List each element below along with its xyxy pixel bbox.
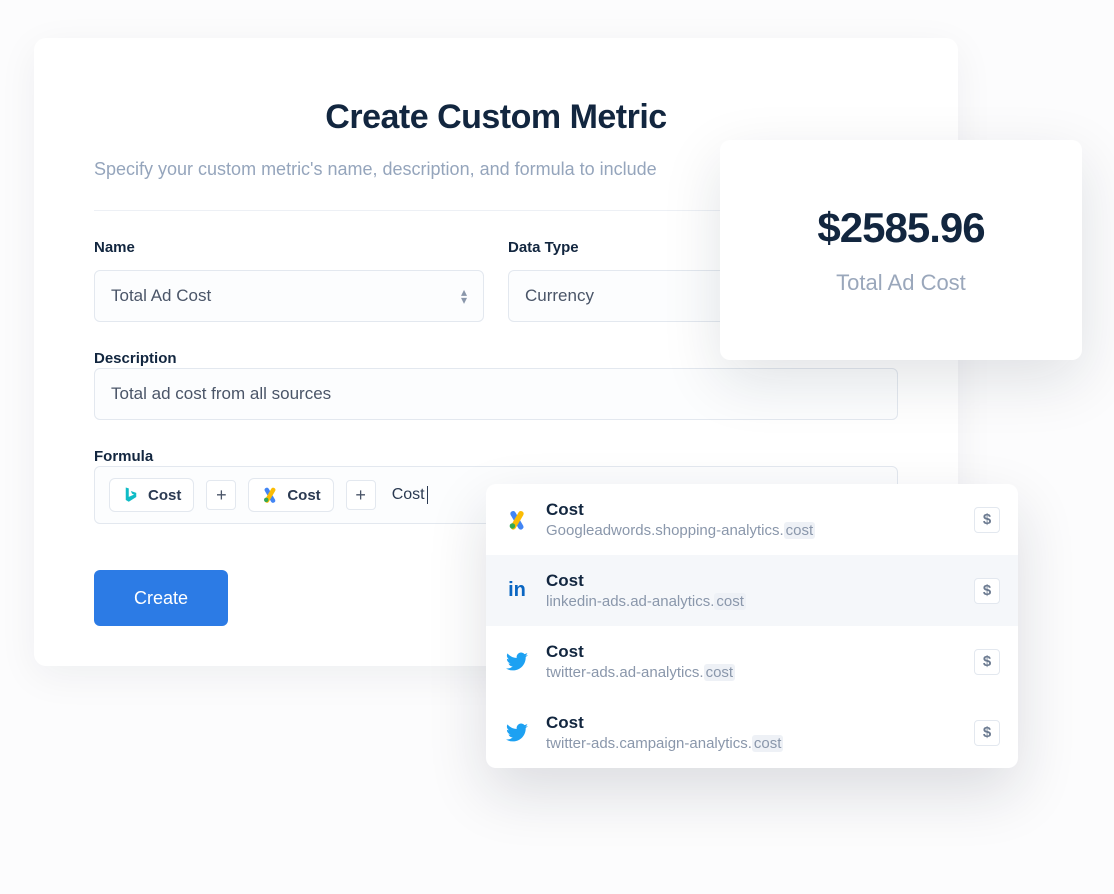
name-field: Name Total Ad Cost ▴▾ [94,239,484,322]
suggest-path: twitter-ads.campaign-analytics.cost [546,735,958,752]
formula-label: Formula [94,448,153,465]
page-title: Create Custom Metric [94,98,898,137]
name-value: Total Ad Cost [111,286,211,306]
metric-name: Total Ad Cost [836,270,966,296]
google-ads-icon [261,486,279,504]
suggest-item-twitter-campaign[interactable]: Cost twitter-ads.campaign-analytics.cost… [486,697,1018,768]
currency-badge: $ [974,507,1000,533]
suggest-text: Cost linkedin-ads.ad-analytics.cost [546,571,958,610]
formula-typing: Cost [388,486,428,504]
description-field: Description Total ad cost from all sourc… [94,350,898,420]
suggest-text: Cost Googleadwords.shopping-analytics.co… [546,500,958,539]
google-ads-icon [504,507,530,533]
formula-operator[interactable]: + [346,480,376,510]
linkedin-icon: in [504,578,530,604]
suggest-title: Cost [546,713,958,733]
suggest-text: Cost twitter-ads.ad-analytics.cost [546,642,958,681]
suggest-title: Cost [546,500,958,520]
text-cursor-icon [427,486,428,504]
description-label: Description [94,350,177,367]
name-label: Name [94,239,484,256]
twitter-icon [504,649,530,675]
name-input[interactable]: Total Ad Cost ▴▾ [94,270,484,322]
metric-value-card: $2585.96 Total Ad Cost [720,140,1082,360]
updown-icon: ▴▾ [461,288,467,304]
formula-chip-label: Cost [148,487,181,504]
suggest-path: linkedin-ads.ad-analytics.cost [546,593,958,610]
formula-operator[interactable]: + [206,480,236,510]
suggest-path: Googleadwords.shopping-analytics.cost [546,522,958,539]
description-input[interactable]: Total ad cost from all sources [94,368,898,420]
suggest-title: Cost [546,642,958,662]
currency-badge: $ [974,578,1000,604]
create-button[interactable]: Create [94,570,228,626]
description-value: Total ad cost from all sources [111,384,331,404]
suggest-item-gads[interactable]: Cost Googleadwords.shopping-analytics.co… [486,484,1018,555]
datatype-value: Currency [525,286,594,306]
metric-value: $2585.96 [817,204,984,252]
formula-chip-gads-cost[interactable]: Cost [248,478,333,512]
bing-ads-icon [122,486,140,504]
suggest-item-twitter-ads[interactable]: Cost twitter-ads.ad-analytics.cost $ [486,626,1018,697]
currency-badge: $ [974,720,1000,746]
suggest-text: Cost twitter-ads.campaign-analytics.cost [546,713,958,752]
currency-badge: $ [974,649,1000,675]
suggest-path: twitter-ads.ad-analytics.cost [546,664,958,681]
formula-chip-bing-cost[interactable]: Cost [109,478,194,512]
formula-chip-label: Cost [287,487,320,504]
twitter-icon [504,720,530,746]
suggest-title: Cost [546,571,958,591]
suggest-item-linkedin[interactable]: in Cost linkedin-ads.ad-analytics.cost $ [486,555,1018,626]
formula-suggest-dropdown: Cost Googleadwords.shopping-analytics.co… [486,484,1018,768]
